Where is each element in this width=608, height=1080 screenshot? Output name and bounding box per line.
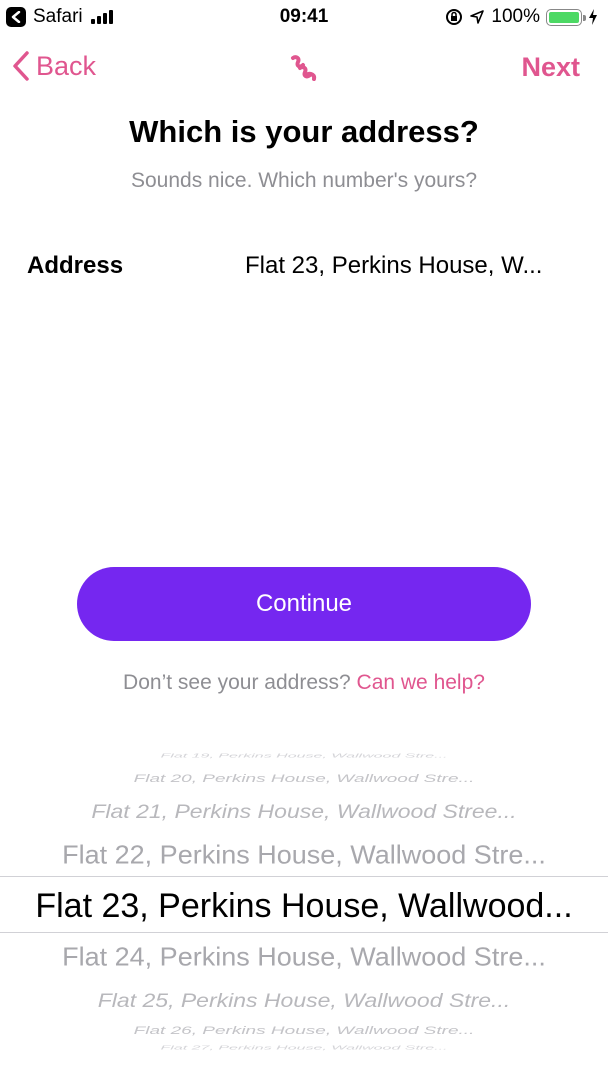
- picker-item[interactable]: Flat 19, Perkins House, Wallwood Stre...: [0, 753, 608, 759]
- nav-bar: Back Next: [0, 40, 608, 96]
- picker-item[interactable]: Flat 22, Perkins House, Wallwood Stre...: [0, 842, 608, 868]
- back-button[interactable]: Back: [12, 50, 96, 82]
- help-prefix: Don’t see your address?: [123, 671, 351, 694]
- picker-item[interactable]: Flat 24, Perkins House, Wallwood Stre...: [0, 944, 608, 970]
- battery-fill: [549, 11, 579, 23]
- picker-item[interactable]: Flat 25, Perkins House, Wallwood Stre...: [0, 990, 608, 1010]
- picker-item[interactable]: Flat 27, Perkins House, Wallwood Stre...: [0, 1045, 608, 1051]
- address-label: Address: [27, 252, 124, 279]
- chevron-left-icon: [13, 51, 29, 81]
- picker-divider-bottom: [0, 932, 608, 933]
- orientation-lock-icon: [446, 9, 463, 25]
- address-picker[interactable]: Flat 19, Perkins House, Wallwood Stre...…: [0, 752, 608, 1052]
- picker-item[interactable]: Flat 21, Perkins House, Wallwood Stree..…: [0, 801, 608, 821]
- next-button[interactable]: Next: [521, 52, 580, 83]
- picker-item[interactable]: Flat 26, Perkins House, Wallwood Stre...: [0, 1024, 608, 1035]
- picker-item[interactable]: Flat 20, Perkins House, Wallwood Stre...: [0, 772, 608, 783]
- back-button-label: Back: [36, 50, 97, 81]
- status-right: 100%: [445, 5, 598, 29]
- page-subtitle: Sounds nice. Which number's yours?: [130, 169, 477, 192]
- battery-icon: [546, 8, 586, 26]
- charging-bolt-icon: [589, 9, 597, 25]
- location-arrow-icon: [470, 10, 485, 24]
- address-field[interactable]: Flat 23, Perkins House, W...: [245, 252, 575, 280]
- page-title: Which is your address?: [129, 114, 479, 149]
- brand-logo-icon: [288, 52, 320, 89]
- continue-button[interactable]: Continue: [77, 567, 531, 641]
- help-text: Don’t see your address? Can we help?: [0, 671, 608, 695]
- status-bar: Safari 09:41 100%: [0, 0, 608, 34]
- help-link[interactable]: Can we help?: [357, 671, 485, 694]
- picker-item-selected[interactable]: Flat 23, Perkins House, Wallwood...: [0, 889, 608, 923]
- picker-divider-top: [0, 876, 608, 877]
- battery-percent: 100%: [491, 6, 540, 27]
